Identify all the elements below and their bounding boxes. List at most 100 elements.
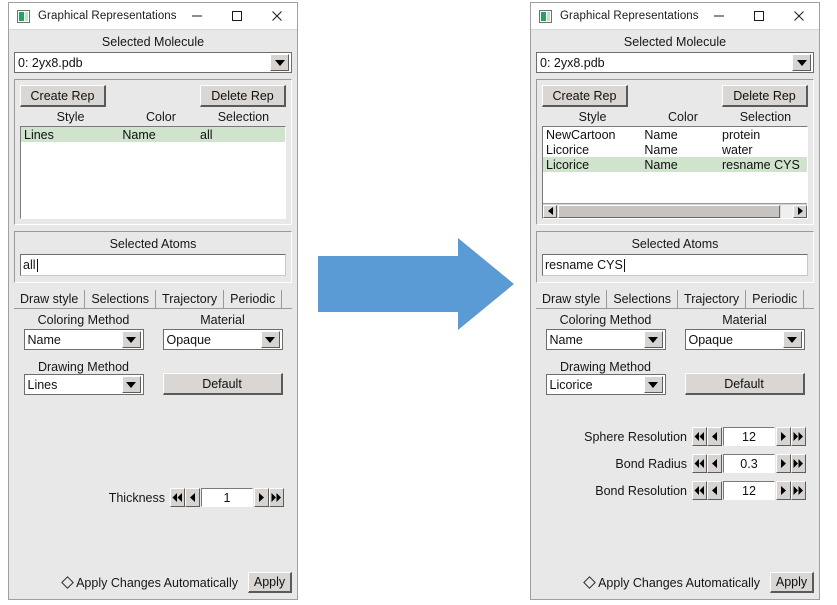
column-header-style: Style <box>578 110 607 124</box>
horizontal-scrollbar[interactable] <box>543 203 807 218</box>
tab-selections[interactable]: Selections <box>85 290 157 308</box>
selected-atoms-input[interactable]: all <box>20 254 286 276</box>
spinner-group-left: Thickness 1 <box>14 488 292 515</box>
scrollbar-track[interactable] <box>781 204 793 218</box>
double-right-arrow-icon[interactable] <box>791 454 806 473</box>
apply-auto-label: Apply Changes Automatically <box>76 575 238 590</box>
material-label: Material <box>200 313 245 327</box>
cell-selection: water <box>722 142 753 157</box>
maximize-icon[interactable] <box>217 3 257 29</box>
right-arrow-icon[interactable] <box>776 427 791 446</box>
chevron-down-icon[interactable] <box>270 54 289 71</box>
left-arrow-icon[interactable] <box>185 488 200 507</box>
tab-trajectory[interactable]: Trajectory <box>678 290 747 308</box>
spinner-value[interactable]: 12 <box>723 481 775 500</box>
spinner-bond-radius: Bond Radius 0.3 <box>615 454 806 473</box>
double-left-arrow-icon[interactable] <box>692 481 707 500</box>
double-left-arrow-icon[interactable] <box>170 488 185 507</box>
scroll-left-icon[interactable] <box>543 204 557 218</box>
minimize-icon[interactable] <box>177 3 217 29</box>
double-right-arrow-icon[interactable] <box>791 481 806 500</box>
table-row[interactable]: Licorice Name resname CYS <box>543 157 807 172</box>
tab-periodic[interactable]: Periodic <box>224 290 283 308</box>
default-button[interactable]: Default <box>684 373 805 395</box>
coloring-method-combobox[interactable]: Name <box>545 329 666 350</box>
draw-style-form-right: Coloring Method Name Material Opaque Dra… <box>536 309 814 395</box>
right-arrow-icon[interactable] <box>254 488 269 507</box>
maximize-icon[interactable] <box>739 3 779 29</box>
chevron-down-icon[interactable] <box>782 331 802 348</box>
table-row[interactable]: NewCartoon Name protein <box>543 127 807 142</box>
material-combobox[interactable]: Opaque <box>684 329 805 350</box>
drawing-method-combobox[interactable]: Licorice <box>545 374 666 395</box>
molecule-combobox[interactable]: 0: 2yx8.pdb <box>14 52 292 73</box>
column-header-color: Color <box>146 110 176 124</box>
minimize-icon[interactable] <box>699 3 739 29</box>
scroll-right-icon[interactable] <box>793 204 807 218</box>
spinner-sphere-resolution: Sphere Resolution 12 <box>584 427 806 446</box>
draw-style-form-left: Coloring Method Name Material Opaque Dra… <box>14 309 292 395</box>
apply-button[interactable]: Apply <box>248 572 292 593</box>
chevron-down-icon[interactable] <box>260 331 280 348</box>
double-left-arrow-icon[interactable] <box>692 427 707 446</box>
window-title: Graphical Representations <box>38 10 177 22</box>
scrollbar-thumb[interactable] <box>558 204 780 218</box>
text-caret <box>36 258 38 272</box>
cell-color: Name <box>644 157 678 172</box>
app-icon <box>17 9 30 23</box>
create-rep-button[interactable]: Create Rep <box>20 85 106 107</box>
material-field: Material Opaque <box>675 313 814 350</box>
rep-group-right: Create Rep Delete Rep Style Color Select… <box>536 79 814 225</box>
selected-atoms-input[interactable]: resname CYS <box>542 254 808 276</box>
chevron-down-icon[interactable] <box>792 54 811 71</box>
double-right-arrow-icon[interactable] <box>791 427 806 446</box>
tab-trajectory[interactable]: Trajectory <box>156 290 225 308</box>
right-arrow-icon[interactable] <box>776 454 791 473</box>
material-combobox[interactable]: Opaque <box>162 329 283 350</box>
rep-table-header: Style Color Selection <box>542 107 808 126</box>
left-arrow-icon[interactable] <box>707 454 722 473</box>
spinner-value[interactable]: 0.3 <box>723 454 775 473</box>
right-arrow-icon[interactable] <box>776 481 791 500</box>
rep-buttons-row: Create Rep Delete Rep <box>20 85 286 107</box>
tab-draw-style[interactable]: Draw style <box>536 290 608 308</box>
apply-auto-checkbox[interactable] <box>583 576 596 589</box>
chevron-down-icon[interactable] <box>121 331 141 348</box>
coloring-method-field: Coloring Method Name <box>536 313 675 350</box>
chevron-down-icon[interactable] <box>643 376 663 393</box>
default-button-wrap: Default <box>675 373 814 395</box>
selected-atoms-label: Selected Atoms <box>631 237 719 251</box>
molecule-combobox[interactable]: 0: 2yx8.pdb <box>536 52 814 73</box>
panel-body-left: Selected Molecule 0: 2yx8.pdb Create Rep… <box>9 30 297 599</box>
spinner-value[interactable]: 1 <box>201 488 253 507</box>
double-left-arrow-icon[interactable] <box>692 454 707 473</box>
spinner-value[interactable]: 12 <box>723 427 775 446</box>
drawing-method-combobox[interactable]: Lines <box>23 374 144 395</box>
column-header-color: Color <box>668 110 698 124</box>
delete-rep-button[interactable]: Delete Rep <box>722 85 808 107</box>
coloring-method-field: Coloring Method Name <box>14 313 153 350</box>
tab-periodic[interactable]: Periodic <box>746 290 805 308</box>
create-rep-button[interactable]: Create Rep <box>542 85 628 107</box>
rep-table-left[interactable]: Lines Name all <box>20 126 286 219</box>
table-row[interactable]: Licorice Name water <box>543 142 807 157</box>
left-arrow-icon[interactable] <box>707 427 722 446</box>
rep-table-right[interactable]: NewCartoon Name protein Licorice Name wa… <box>542 126 808 219</box>
left-arrow-icon[interactable] <box>707 481 722 500</box>
material-value: Opaque <box>688 332 733 347</box>
close-icon[interactable] <box>779 3 819 29</box>
table-row[interactable]: Lines Name all <box>21 127 285 142</box>
tab-draw-style[interactable]: Draw style <box>14 290 86 308</box>
double-right-arrow-icon[interactable] <box>269 488 284 507</box>
coloring-method-combobox[interactable]: Name <box>23 329 144 350</box>
rep-buttons-row: Create Rep Delete Rep <box>542 85 808 107</box>
chevron-down-icon[interactable] <box>121 376 141 393</box>
delete-rep-button[interactable]: Delete Rep <box>200 85 286 107</box>
apply-button[interactable]: Apply <box>770 572 814 593</box>
default-button[interactable]: Default <box>162 373 283 395</box>
drawing-method-value: Licorice <box>549 377 593 392</box>
chevron-down-icon[interactable] <box>643 331 663 348</box>
close-icon[interactable] <box>257 3 297 29</box>
apply-auto-checkbox[interactable] <box>61 576 74 589</box>
tab-selections[interactable]: Selections <box>607 290 679 308</box>
